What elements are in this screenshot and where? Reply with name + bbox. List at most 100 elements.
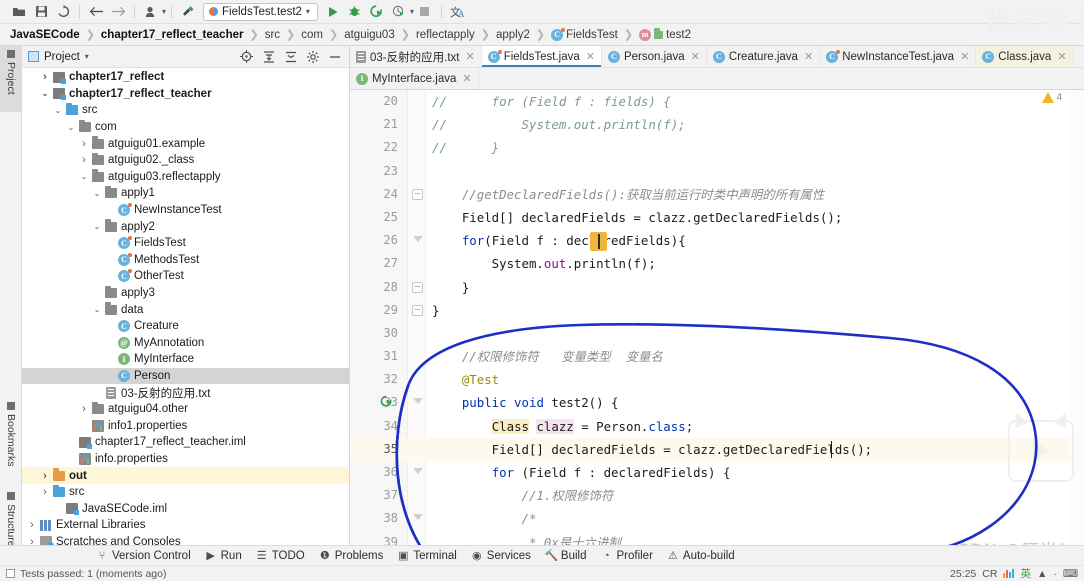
editor-tab[interactable]: I MyInterface.java ✕ [350,68,479,89]
code-line[interactable]: 27 System.out.println(f); [350,252,1084,275]
editor-tab[interactable]: C Creature.java ✕ [707,46,821,67]
breadcrumb-item-1[interactable]: chapter17_reflect_teacher [99,29,246,41]
tree-node[interactable]: ⌄ chapter17_reflect_teacher [22,86,349,103]
tool-window-button[interactable]: ▣ Terminal [397,549,457,563]
code-lines[interactable]: 20 // for (Field f : fields) {21 // System… [350,90,1084,545]
chevron-right-icon[interactable]: › [39,470,51,482]
close-icon[interactable]: ✕ [960,50,969,63]
run-configuration-selector[interactable]: FieldsTest.test2 ▾ [203,2,318,21]
tree-node[interactable]: › out [22,467,349,484]
caret-position[interactable]: 25:25 [950,568,976,580]
chevron-down-icon[interactable]: ⌄ [91,189,103,198]
tool-window-button[interactable]: ☰ TODO [256,549,305,563]
tree-node[interactable]: C MethodsTest [22,252,349,269]
chevron-right-icon[interactable]: › [39,71,51,83]
tool-window-bar[interactable]: ⑂ Version Control ▶ Run ☰ TODO ❶ Problems ▣ Termi… [0,545,1084,565]
run-button[interactable] [322,2,344,22]
sync-icon[interactable] [52,2,74,22]
tree-node[interactable]: › atguigu01.example [22,135,349,152]
code-line[interactable]: 35 Field[] declaredFields = clazz.getDec… [350,437,1084,461]
code-line[interactable]: 29 –} [350,299,1084,322]
open-folder-icon[interactable] [8,2,30,22]
tree-node[interactable]: ⌄ apply2 [22,218,349,235]
tree-node[interactable]: info.properties [22,451,349,468]
tool-window-button[interactable]: ❶ Problems [319,549,384,563]
ime-dot-icon[interactable]: · [1053,568,1057,580]
tool-window-button[interactable]: ⑂ Version Control [96,550,191,562]
back-arrow-icon[interactable] [85,2,107,22]
tool-window-button[interactable]: 🔨 Build [545,549,587,563]
fold-region-icon[interactable] [412,235,423,246]
close-icon[interactable]: ✕ [1057,50,1066,63]
status-checkbox-icon[interactable] [6,569,15,578]
chevron-down-icon[interactable]: ⌄ [91,222,103,231]
chevron-down-icon[interactable]: ⌄ [39,89,51,98]
ime-language-label[interactable]: 英 [1020,566,1031,581]
tree-node[interactable]: 03-反射的应用.txt [22,384,349,401]
code-line[interactable]: 30 [350,322,1084,345]
breadcrumb-item-4[interactable]: atguigu03 [342,29,397,41]
tree-node[interactable]: › src [22,484,349,501]
fold-region-icon[interactable] [412,397,423,408]
rail-tab-project[interactable]: Project [0,46,22,112]
hide-panel-icon[interactable] [326,48,343,65]
tree-node[interactable]: ⌄ data [22,301,349,318]
tree-node[interactable]: I MyInterface [22,351,349,368]
breadcrumb-item-3[interactable]: com [299,29,325,41]
project-view-chevron-icon[interactable]: ▾ [85,52,89,61]
fold-collapse-icon[interactable]: – [412,281,423,293]
code-line[interactable]: 33 public void test2() { [350,391,1084,414]
chevron-right-icon[interactable]: › [26,519,38,531]
code-line[interactable]: 37 //1.权限修饰符 [350,484,1084,507]
code-line[interactable]: 23 [350,160,1084,183]
tree-node[interactable]: › atguigu04.other [22,401,349,418]
code-line[interactable]: 22 // } [350,136,1084,159]
tree-node[interactable]: › External Libraries [22,517,349,534]
profile-button[interactable] [388,2,410,22]
tree-node[interactable]: › chapter17_reflect [22,69,349,86]
tree-node[interactable]: ⌄ com [22,119,349,136]
code-line[interactable]: 32 @Test [350,368,1084,391]
chevron-down-icon[interactable]: ⌄ [78,172,90,181]
fold-collapse-icon[interactable]: – [412,188,423,200]
editor-tabs-row-2[interactable]: I MyInterface.java ✕ [350,68,1084,90]
breadcrumb-item-2[interactable]: src [263,29,282,41]
breadcrumb-item-8[interactable]: m test2 [637,28,693,41]
ime-indicator-icon[interactable] [1003,569,1015,578]
rail-tab-bookmarks[interactable]: Bookmarks [0,398,22,484]
tree-node[interactable]: ⌄ src [22,102,349,119]
close-icon[interactable]: ✕ [465,50,474,63]
tree-node[interactable]: apply3 [22,285,349,302]
tree-node[interactable]: C OtherTest [22,268,349,285]
tree-node[interactable]: info1.properties [22,417,349,434]
chevron-down-icon[interactable]: ⌄ [65,123,77,132]
code-line[interactable]: 28 – } [350,276,1084,299]
tree-node[interactable]: C NewInstanceTest [22,202,349,219]
breadcrumb-item-5[interactable]: reflectapply [414,29,477,41]
code-line[interactable]: 26 for(Field f : declaredFields){ [350,229,1084,252]
close-icon[interactable]: ✕ [586,50,595,63]
run-test-gutter-icon[interactable] [380,395,394,409]
editor-tab[interactable]: C NewInstanceTest.java ✕ [820,46,977,67]
tree-node[interactable]: JavaSECode.iml [22,500,349,517]
translate-icon[interactable]: 文A [447,2,469,22]
ime-up-icon[interactable]: ▲ [1037,568,1047,580]
collapse-all-icon[interactable] [282,48,299,65]
code-line[interactable]: 36 for (Field f : declaredFields) { [350,461,1084,484]
chevron-right-icon[interactable]: › [78,403,90,415]
code-line[interactable]: 31 //权限修饰符 变量类型 变量名 [350,345,1084,368]
tree-node[interactable]: chapter17_reflect_teacher.iml [22,434,349,451]
breadcrumb-item-0[interactable]: JavaSECode [8,29,82,41]
chevron-right-icon[interactable]: › [39,486,51,498]
code-line[interactable]: 38 /* [350,507,1084,530]
close-icon[interactable]: ✕ [462,72,471,85]
tree-node[interactable]: @ MyAnnotation [22,335,349,352]
tool-window-button[interactable]: ◉ Services [471,549,531,563]
tree-node[interactable]: C Creature [22,318,349,335]
chevron-down-icon[interactable]: ⌄ [91,305,103,314]
code-line[interactable]: 39 * 0x是十六进制 [350,531,1084,545]
project-tree[interactable]: › chapter17_reflect ⌄ chapter17_reflect_tea… [22,68,349,565]
close-icon[interactable]: ✕ [804,50,813,63]
fold-region-icon[interactable] [412,467,423,478]
settings-gear-icon[interactable] [304,48,321,65]
